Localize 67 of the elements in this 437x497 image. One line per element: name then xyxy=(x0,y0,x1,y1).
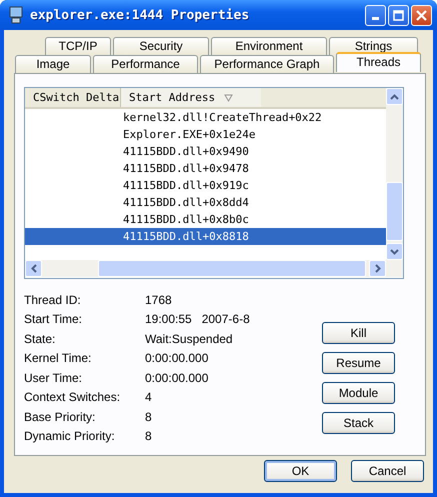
field-value: 0:00:00.000 xyxy=(145,351,208,366)
maximize-button[interactable] xyxy=(388,4,409,26)
list-row[interactable]: 41115BDD.dll+0x8b0c xyxy=(25,211,386,228)
start-address: Explorer.EXE+0x1e24e xyxy=(123,128,256,141)
caret-up-icon xyxy=(390,94,399,100)
tab[interactable]: Security xyxy=(113,37,209,55)
sort-arrow-icon xyxy=(224,94,234,102)
field-label: Kernel Time: xyxy=(24,351,92,366)
scroll-thumb[interactable] xyxy=(386,182,403,241)
field-value: 19:00:55 2007-6-8 xyxy=(145,312,250,326)
field-label: Start Time: xyxy=(24,312,84,326)
start-address: 41115BDD.dll+0x8b0c xyxy=(123,213,249,226)
field-label: User Time: xyxy=(24,370,84,385)
tab[interactable]: Performance xyxy=(93,55,198,73)
dialog-button[interactable]: OK xyxy=(264,460,337,482)
field-label: Dynamic Priority: xyxy=(24,429,116,444)
thread-button[interactable]: Module xyxy=(322,382,395,404)
tab[interactable]: TCP/IP xyxy=(45,37,111,55)
field-label: Base Priority: xyxy=(24,410,96,424)
list-row[interactable]: 41115BDD.dll+0x8dd4 xyxy=(25,194,386,211)
minimize-button[interactable] xyxy=(365,4,386,26)
field-value: 8 xyxy=(145,410,152,424)
scroll-thumb[interactable] xyxy=(98,260,366,277)
start-address: 41115BDD.dll+0x919c xyxy=(123,179,249,192)
maximize-icon xyxy=(393,10,404,20)
tab[interactable]: Performance Graph xyxy=(200,55,334,73)
list-row[interactable]: 41115BDD.dll+0x9490 xyxy=(25,143,386,160)
computer-icon xyxy=(8,6,24,24)
minimize-icon xyxy=(372,16,379,20)
list-row[interactable]: kernel32.dll!CreateThread+0x22 xyxy=(25,109,386,126)
close-button[interactable] xyxy=(411,4,432,26)
scroll-up-button[interactable] xyxy=(386,88,403,105)
start-address: kernel32.dll!CreateThread+0x22 xyxy=(123,111,322,124)
field-value: 1768 xyxy=(145,292,172,307)
field-value: Wait:Suspended xyxy=(145,332,233,346)
start-address: 41115BDD.dll+0x9478 xyxy=(123,162,249,175)
tab[interactable]: Image xyxy=(15,55,91,73)
vertical-scrollbar[interactable] xyxy=(386,88,403,260)
dialog-button[interactable]: Cancel xyxy=(351,460,424,482)
close-icon xyxy=(416,10,427,20)
start-address: 41115BDD.dll+0x9490 xyxy=(123,145,249,158)
list-row[interactable]: 41115BDD.dll+0x9478 xyxy=(25,160,386,177)
caret-down-icon xyxy=(390,248,399,254)
thread-button[interactable]: Stack xyxy=(322,412,395,434)
list-row[interactable]: Explorer.EXE+0x1e24e xyxy=(25,126,386,143)
start-address: 41115BDD.dll+0x8dd4 xyxy=(123,196,249,209)
window-title: explorer.exe:1444 Properties xyxy=(30,8,250,22)
field-label: State: xyxy=(24,332,56,346)
scroll-left-button[interactable] xyxy=(25,260,42,277)
thread-button[interactable]: Resume xyxy=(322,352,395,374)
scroll-right-button[interactable] xyxy=(369,260,386,277)
column-header[interactable]: Start Address xyxy=(121,88,261,107)
field-value: 0:00:00.000 xyxy=(145,370,208,385)
field-value: 4 xyxy=(145,390,152,404)
tab[interactable]: Environment xyxy=(211,37,327,55)
field-value: 8 xyxy=(145,429,152,444)
list-row[interactable]: 41115BDD.dll+0x8818 xyxy=(25,228,386,245)
caret-right-icon xyxy=(374,264,380,273)
scroll-down-button[interactable] xyxy=(386,243,403,260)
tab[interactable]: Threads xyxy=(336,52,421,72)
list-row[interactable]: 41115BDD.dll+0x919c xyxy=(25,177,386,194)
horizontal-scrollbar[interactable] xyxy=(25,260,403,277)
start-address: 41115BDD.dll+0x8818 xyxy=(123,230,249,243)
thread-button[interactable]: Kill xyxy=(322,322,395,344)
field-label: Context Switches: xyxy=(24,390,122,404)
caret-left-icon xyxy=(30,264,36,273)
field-label: Thread ID: xyxy=(24,292,82,307)
